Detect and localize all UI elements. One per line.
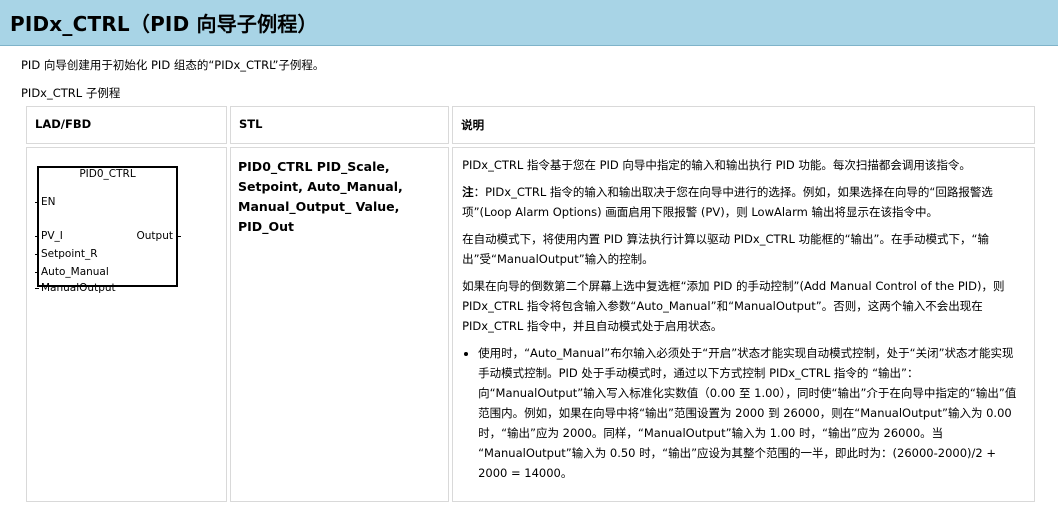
note-paragraph: 注：PIDx_CTRL 指令的输入和输出取决于您在向导中进行的选择。例如，如果选… — [462, 182, 1025, 222]
header-lad-fbd: LAD/FBD — [26, 106, 227, 144]
header-description: 说明 — [452, 106, 1035, 144]
section-subheading: PIDx_CTRL 子例程 — [21, 86, 121, 100]
list-item: 使用时，“Auto_Manual”布尔输入必须处于“开启”状态才能实现自动模式控… — [478, 343, 1025, 483]
input-pin-pv-i: PV_I — [41, 230, 63, 242]
description-paragraph: 如果在向导的倒数第二个屏幕上选中复选框“添加 PID 的手动控制”(Add Ma… — [462, 279, 1005, 333]
note-text: ：PIDx_CTRL 指令的输入和输出取决于您在向导中进行的选择。例如，如果选择… — [462, 185, 993, 219]
description-paragraph: PIDx_CTRL 指令基于您在 PID 向导中指定的输入和输出执行 PID 功… — [462, 158, 971, 172]
header-stl: STL — [230, 106, 450, 144]
output-pin-output: Output — [136, 230, 173, 242]
input-pin-setpoint: Setpoint_R — [41, 248, 98, 260]
page-title: PIDx_CTRL（PID 向导子例程） — [10, 12, 318, 36]
input-pin-en: EN — [41, 196, 56, 208]
description-body: PIDx_CTRL 指令基于您在 PID 向导中指定的输入和输出执行 PID 功… — [454, 149, 1033, 489]
pin-line-manual-output — [35, 288, 39, 289]
function-block-box: PID0_CTRL EN PV_I Setpoint_R Auto_Manual… — [35, 166, 181, 294]
table-header-row: LAD/FBD STL 说明 — [26, 106, 1035, 144]
stl-cell: PID0_CTRL PID_Scale, Setpoint, Auto_Manu… — [230, 147, 450, 502]
description-bullet-list: 使用时，“Auto_Manual”布尔输入必须处于“开启”状态才能实现自动模式控… — [462, 343, 1025, 483]
pin-line-en — [35, 202, 39, 203]
instruction-table: LAD/FBD STL 说明 PID0_CTRL EN PV_I Setpoin… — [23, 103, 1038, 505]
intro-text: PID 向导创建用于初始化 PID 组态的“PIDx_CTRL”子例程。 — [21, 58, 325, 72]
function-block-name: PID0_CTRL — [79, 168, 136, 180]
pin-line-auto-manual — [35, 272, 39, 273]
table-row: PID0_CTRL EN PV_I Setpoint_R Auto_Manual… — [26, 147, 1035, 502]
note-label: 注 — [462, 185, 474, 199]
pin-line-pv-i — [35, 236, 39, 237]
input-pin-auto-manual: Auto_Manual — [41, 266, 109, 278]
pin-line-setpoint — [35, 254, 39, 255]
description-paragraph: 在自动模式下，将使用内置 PID 算法执行计算以驱动 PIDx_CTRL 功能框… — [462, 232, 989, 266]
description-cell: PIDx_CTRL 指令基于您在 PID 向导中指定的输入和输出执行 PID 功… — [452, 147, 1035, 502]
title-bar: PIDx_CTRL（PID 向导子例程） — [0, 0, 1058, 46]
input-pin-manual-output: ManualOutput — [41, 282, 116, 294]
stl-code: PID0_CTRL PID_Scale, Setpoint, Auto_Manu… — [238, 159, 403, 234]
pin-line-output — [177, 236, 181, 237]
lad-fbd-cell: PID0_CTRL EN PV_I Setpoint_R Auto_Manual… — [26, 147, 227, 502]
